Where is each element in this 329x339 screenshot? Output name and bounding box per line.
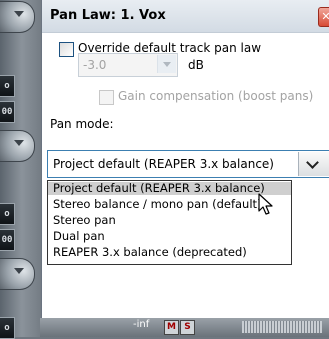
track-arm-button[interactable]	[0, 130, 35, 162]
pan-mode-select[interactable]: Project default (REAPER 3.x balance)	[47, 150, 329, 178]
background-track-controls: -inf M S	[40, 318, 329, 337]
pan-law-unit: dB	[188, 58, 204, 72]
chevron-down-icon	[306, 156, 319, 169]
solo-button[interactable]: S	[180, 320, 195, 335]
level-meter	[242, 321, 322, 333]
dropdown-option[interactable]: Project default (REAPER 3.x balance)	[48, 182, 291, 195]
track-led: o	[0, 75, 15, 97]
chevron-down-icon	[14, 268, 24, 274]
track-arm-button[interactable]	[0, 258, 35, 290]
gain-compensation-checkbox[interactable]	[99, 90, 114, 105]
dropdown-option[interactable]: Dual pan	[48, 230, 291, 243]
dropdown-option[interactable]: REAPER 3.x balance (deprecated)	[48, 246, 291, 259]
dropdown-option[interactable]: Stereo balance / mono pan (default)	[48, 198, 291, 211]
dialog-titlebar[interactable]: Pan Law: 1. Vox ✕	[42, 0, 329, 33]
pan-mode-label: Pan mode:	[50, 117, 114, 131]
close-button[interactable]: ✕	[318, 7, 329, 27]
track-led: o	[0, 317, 15, 339]
pan-law-value: -3.0	[83, 58, 107, 72]
dialog-title: Pan Law: 1. Vox	[50, 8, 166, 23]
track-led: 00	[0, 101, 15, 123]
gain-compensation-label: Gain compensation (boost pans)	[118, 89, 314, 103]
mouse-pointer-icon	[258, 193, 273, 215]
mute-button[interactable]: M	[164, 320, 179, 335]
pan-mode-value: Project default (REAPER 3.x balance)	[53, 157, 274, 171]
chevron-down-icon	[14, 11, 24, 17]
pan-mode-dropdown-list: Project default (REAPER 3.x balance) Ste…	[47, 180, 292, 265]
dropdown-option[interactable]: Stereo pan	[48, 214, 291, 227]
chevron-down-icon	[163, 62, 171, 67]
chevron-down-icon	[14, 140, 24, 146]
override-pan-law-checkbox[interactable]	[59, 42, 74, 57]
track-arm-button[interactable]	[0, 1, 35, 33]
close-icon: ✕	[321, 10, 329, 23]
volume-readout: -inf	[133, 319, 150, 330]
pan-mode-dropdown-button[interactable]	[298, 152, 329, 176]
pan-law-select[interactable]: -3.0	[78, 53, 178, 77]
track-led: 00	[0, 229, 15, 251]
track-led: o	[0, 203, 15, 225]
pan-law-dropdown-button[interactable]	[157, 55, 176, 73]
